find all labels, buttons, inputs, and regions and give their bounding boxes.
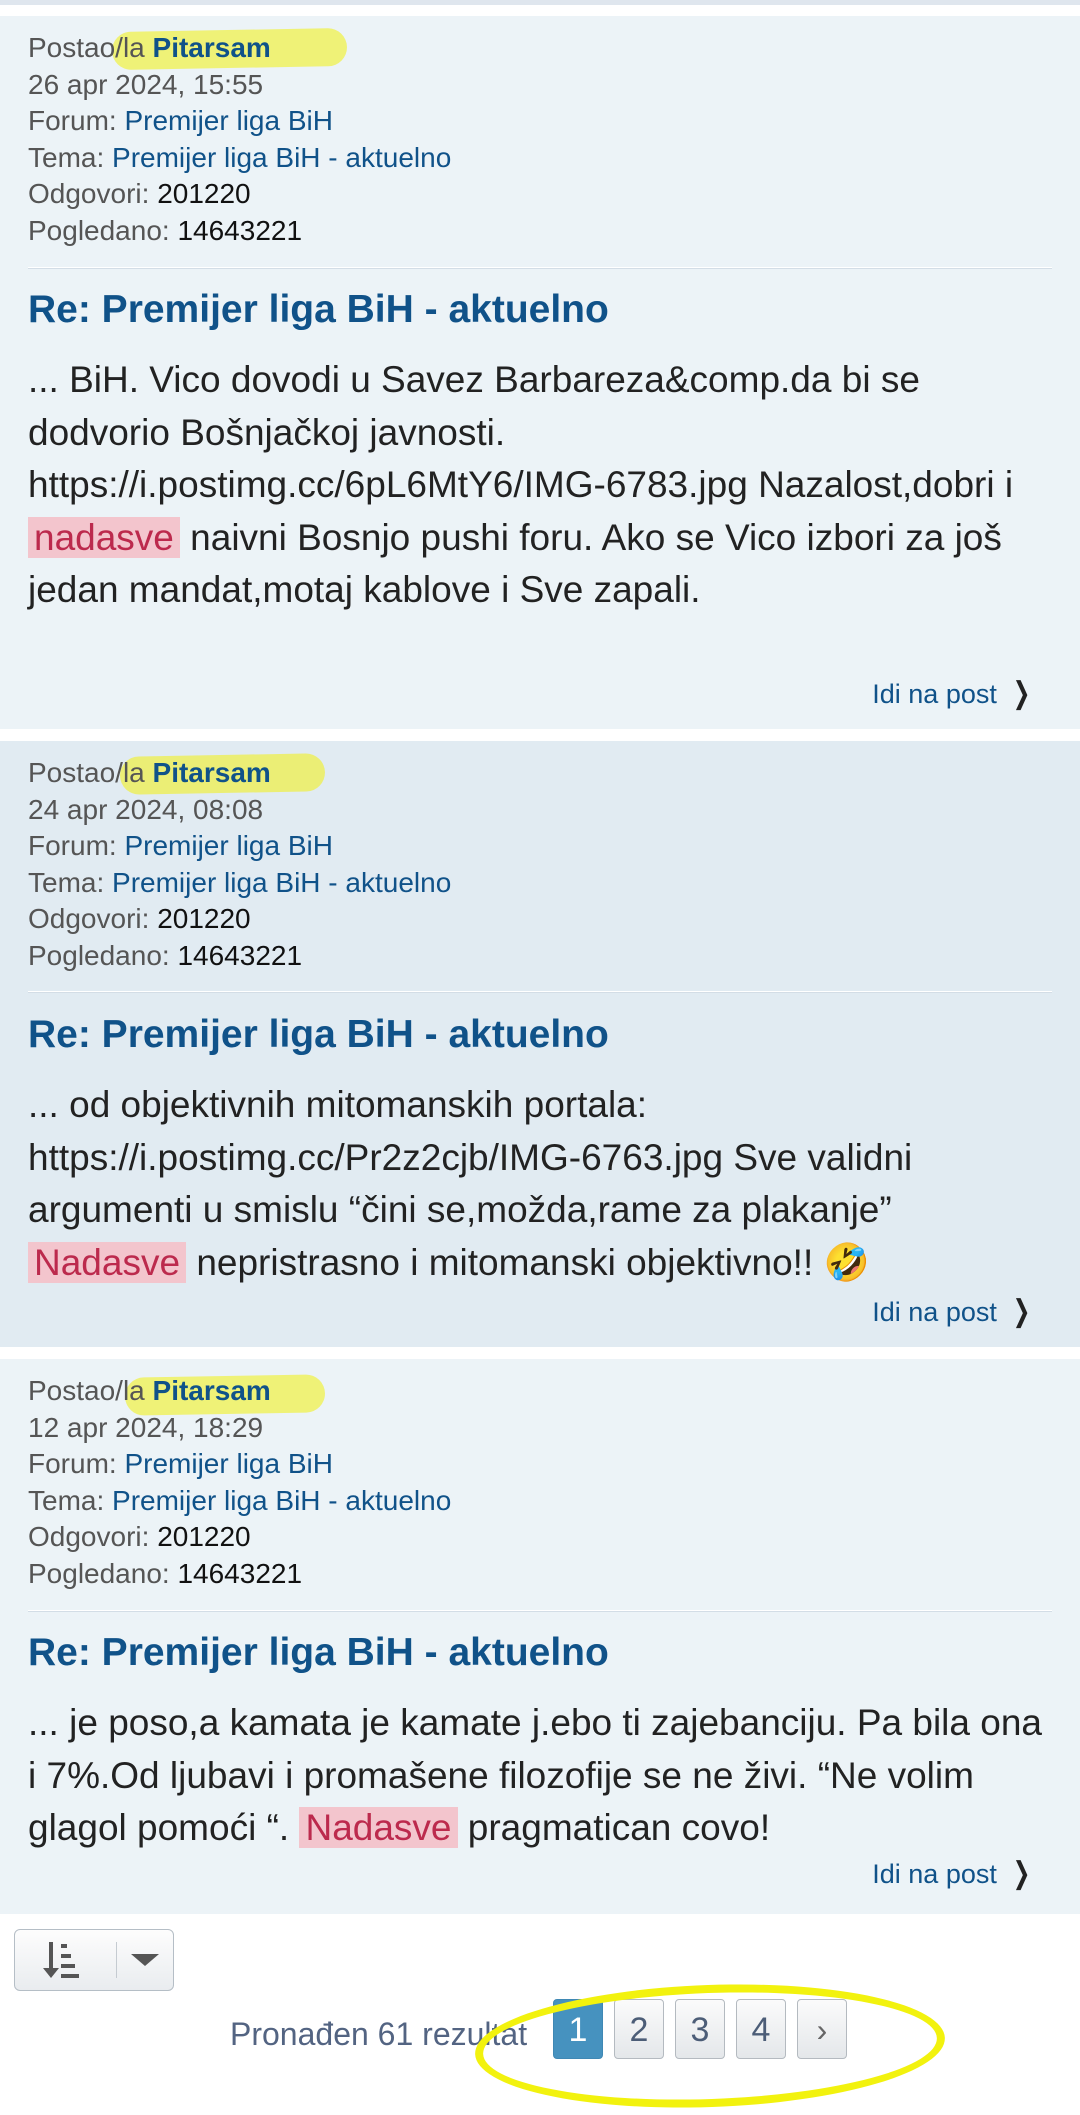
excerpt-text: ... od objektivnih mitomanskih portala: … — [28, 1084, 913, 1230]
views-count: 14643221 — [177, 1557, 303, 1589]
forum-label: Forum: — [28, 105, 117, 136]
search-result-post: Postao/la Pitarsam 26 apr 2024, 15:55 Fo… — [0, 16, 1080, 729]
divider — [28, 1610, 1052, 1612]
topic-label: Tema: — [28, 1484, 105, 1516]
caret-down-icon[interactable] — [131, 1954, 159, 1966]
author-link[interactable]: Pitarsam — [153, 1375, 271, 1406]
posted-by-label: Postao/la — [28, 1375, 145, 1406]
forum-link[interactable]: Premijer liga BiH — [124, 1448, 333, 1479]
author-link[interactable]: Pitarsam — [153, 32, 271, 63]
search-term-highlight: nadasve — [28, 516, 180, 558]
search-result-post: Postao/la Pitarsam 24 apr 2024, 08:08 Fo… — [0, 741, 1080, 1347]
divider — [28, 991, 1052, 993]
forum-link[interactable]: Premijer liga BiH — [124, 105, 333, 136]
forum-label: Forum: — [28, 830, 117, 861]
post-excerpt: ... BiH. Vico dovodi u Savez Barbareza&c… — [28, 354, 1058, 617]
replies-label: Odgovori: — [28, 1521, 150, 1552]
goto-post-label: Idi na post — [872, 679, 997, 709]
views-label: Pogledano: — [28, 1557, 170, 1589]
post-title-link[interactable]: Re: Premijer liga BiH - aktuelno — [28, 1013, 609, 1057]
author-link[interactable]: Pitarsam — [153, 757, 271, 788]
topic-link[interactable]: Premijer liga BiH - aktuelno — [112, 867, 451, 898]
forum-label: Forum: — [28, 1448, 117, 1479]
topic-label: Tema: — [28, 866, 105, 898]
views-label: Pogledano: — [28, 939, 170, 971]
excerpt-text: pragmatican covo! — [467, 1807, 771, 1848]
replies-count: 201220 — [157, 178, 251, 209]
goto-post-label: Idi na post — [872, 1297, 997, 1327]
post-date: 12 apr 2024, 18:29 — [28, 1411, 264, 1443]
forum-link[interactable]: Premijer liga BiH — [124, 830, 333, 861]
post-date: 26 apr 2024, 15:55 — [28, 68, 264, 100]
top-strip — [0, 0, 1080, 16]
post-title-link[interactable]: Re: Premijer liga BiH - aktuelno — [28, 1631, 609, 1675]
views-count: 14643221 — [177, 214, 303, 246]
excerpt-text: nepristrasno i mitomanski objektivno!! 🤣 — [196, 1241, 870, 1283]
chevron-right-icon: ❯ — [1012, 1857, 1031, 1890]
search-result-post: Postao/la Pitarsam 12 apr 2024, 18:29 Fo… — [0, 1359, 1080, 1914]
post-meta: Postao/la Pitarsam 26 apr 2024, 15:55 Fo… — [28, 30, 451, 249]
post-meta: Postao/la Pitarsam 12 apr 2024, 18:29 Fo… — [28, 1373, 451, 1592]
replies-label: Odgovori: — [28, 903, 150, 934]
goto-post-label: Idi na post — [872, 1859, 997, 1889]
replies-label: Odgovori: — [28, 178, 150, 209]
chevron-right-icon: ❯ — [1012, 1295, 1031, 1328]
replies-count: 201220 — [157, 1521, 251, 1552]
replies-count: 201220 — [157, 903, 251, 934]
post-meta: Postao/la Pitarsam 24 apr 2024, 08:08 Fo… — [28, 755, 451, 974]
divider — [28, 267, 1052, 269]
button-separator — [116, 1942, 117, 1978]
search-term-highlight: Nadasve — [28, 1241, 187, 1283]
topic-link[interactable]: Premijer liga BiH - aktuelno — [112, 142, 451, 173]
post-date: 24 apr 2024, 08:08 — [28, 793, 264, 825]
topic-label: Tema: — [28, 141, 105, 173]
pagination-circle-annotation — [473, 1976, 947, 2115]
post-excerpt: ... od objektivnih mitomanskih portala: … — [28, 1079, 1058, 1289]
goto-post-link[interactable]: Idi na post ❯ — [872, 1856, 1034, 1891]
chevron-right-icon: ❯ — [1012, 677, 1031, 710]
goto-post-link[interactable]: Idi na post ❯ — [872, 676, 1034, 711]
views-label: Pogledano: — [28, 214, 170, 246]
views-count: 14643221 — [177, 939, 303, 971]
goto-post-link[interactable]: Idi na post ❯ — [872, 1294, 1034, 1329]
excerpt-text: ... BiH. Vico dovodi u Savez Barbareza&c… — [28, 359, 1014, 505]
post-excerpt: ... je poso,a kamata je kamate j.ebo ti … — [28, 1697, 1058, 1855]
posted-by-label: Postao/la — [28, 757, 145, 788]
post-title-link[interactable]: Re: Premijer liga BiH - aktuelno — [28, 288, 609, 332]
sort-options-button[interactable] — [14, 1929, 174, 1991]
posted-by-label: Postao/la — [28, 32, 145, 63]
search-term-highlight: Nadasve — [299, 1807, 458, 1848]
sort-order-icon — [41, 1938, 87, 1987]
topic-link[interactable]: Premijer liga BiH - aktuelno — [112, 1485, 451, 1516]
